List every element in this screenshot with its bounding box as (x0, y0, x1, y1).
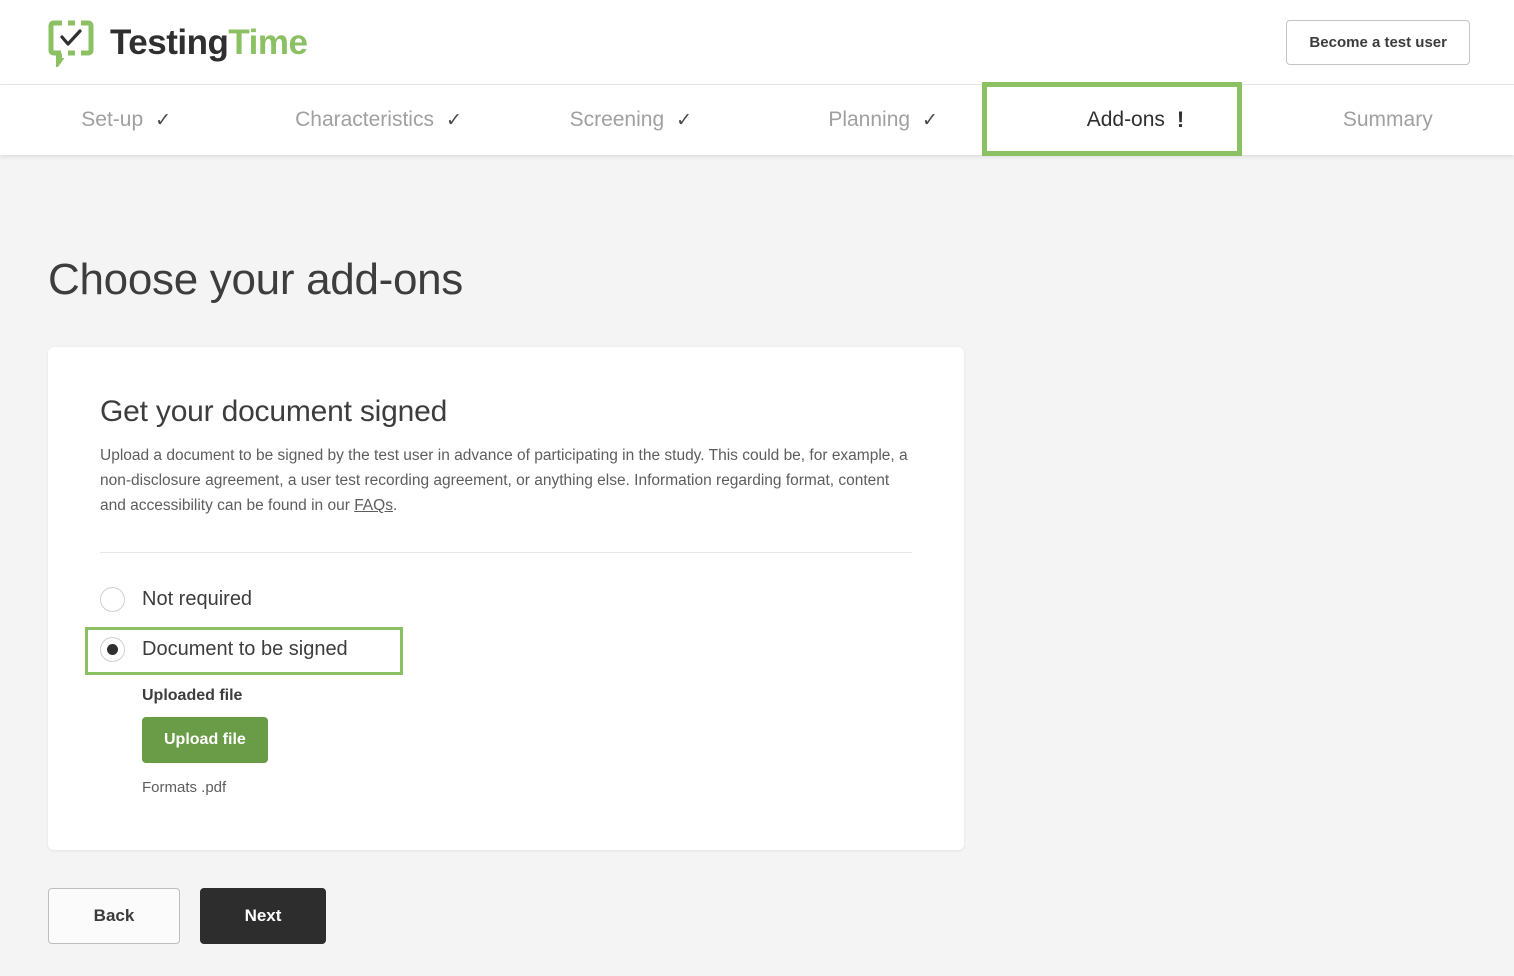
brand-logo[interactable]: TestingTime (46, 17, 308, 67)
nav-item-label: Characteristics (295, 108, 434, 131)
nav-item-summary[interactable]: Summary (1262, 85, 1514, 155)
add-on-card-document-signing: Get your document signed Upload a docume… (48, 347, 964, 851)
wizard-footer-actions: Back Next (48, 888, 1466, 945)
nav-item-screening[interactable]: Screening ✓ (505, 85, 757, 155)
next-button[interactable]: Next (200, 888, 326, 945)
card-description: Upload a document to be signed by the te… (100, 443, 912, 518)
brand-name-part2: Time (228, 22, 308, 62)
card-divider (100, 552, 912, 554)
nav-item-planning[interactable]: Planning ✓ (757, 85, 1009, 155)
back-button[interactable]: Back (48, 888, 180, 945)
check-icon: ✓ (155, 109, 172, 131)
accepted-formats-note: Formats .pdf (142, 779, 227, 797)
upload-section: Uploaded file Upload file Formats .pdf (142, 687, 912, 796)
option-document-to-be-signed[interactable]: Document to be signed (100, 629, 912, 669)
wizard-step-nav: Set-up ✓ Characteristics ✓ Screening ✓ P… (0, 85, 1514, 155)
radio-icon-selected[interactable] (100, 636, 125, 662)
main-content: Choose your add-ons Get your document si… (0, 255, 1514, 945)
card-description-text: Upload a document to be signed by the te… (100, 447, 908, 515)
check-icon: ✓ (676, 109, 693, 131)
nav-item-label: Add-ons (1086, 108, 1165, 131)
nav-item-set-up[interactable]: Set-up ✓ (0, 85, 252, 155)
card-title: Get your document signed (100, 395, 448, 428)
nav-item-label: Screening (569, 108, 665, 131)
nav-item-add-ons[interactable]: Add-ons ! (1009, 85, 1261, 155)
brand-name-part1: Testing (110, 22, 229, 62)
faqs-link[interactable]: FAQs (354, 497, 393, 514)
card-description-text-end: . (392, 497, 398, 515)
speech-bubble-check-icon (48, 19, 94, 67)
option-label: Document to be signed (142, 637, 348, 660)
option-not-required[interactable]: Not required (100, 579, 912, 619)
check-icon: ✓ (445, 109, 462, 131)
brand-wordmark: TestingTime (110, 22, 308, 62)
nav-item-label: Planning (828, 108, 911, 131)
page-title: Choose your add-ons (48, 255, 464, 304)
uploaded-file-label: Uploaded file (142, 687, 243, 705)
exclamation-icon: ! (1176, 107, 1185, 132)
option-label: Not required (142, 587, 253, 610)
nav-item-label: Summary (1342, 108, 1433, 131)
app-header: TestingTime Become a test user (0, 0, 1514, 85)
nav-item-label: Set-up (81, 108, 144, 131)
radio-icon[interactable] (100, 586, 125, 612)
become-test-user-button[interactable]: Become a test user (1286, 19, 1470, 65)
nav-item-characteristics[interactable]: Characteristics ✓ (252, 85, 504, 155)
check-icon: ✓ (922, 109, 938, 131)
upload-file-button[interactable]: Upload file (142, 717, 268, 764)
